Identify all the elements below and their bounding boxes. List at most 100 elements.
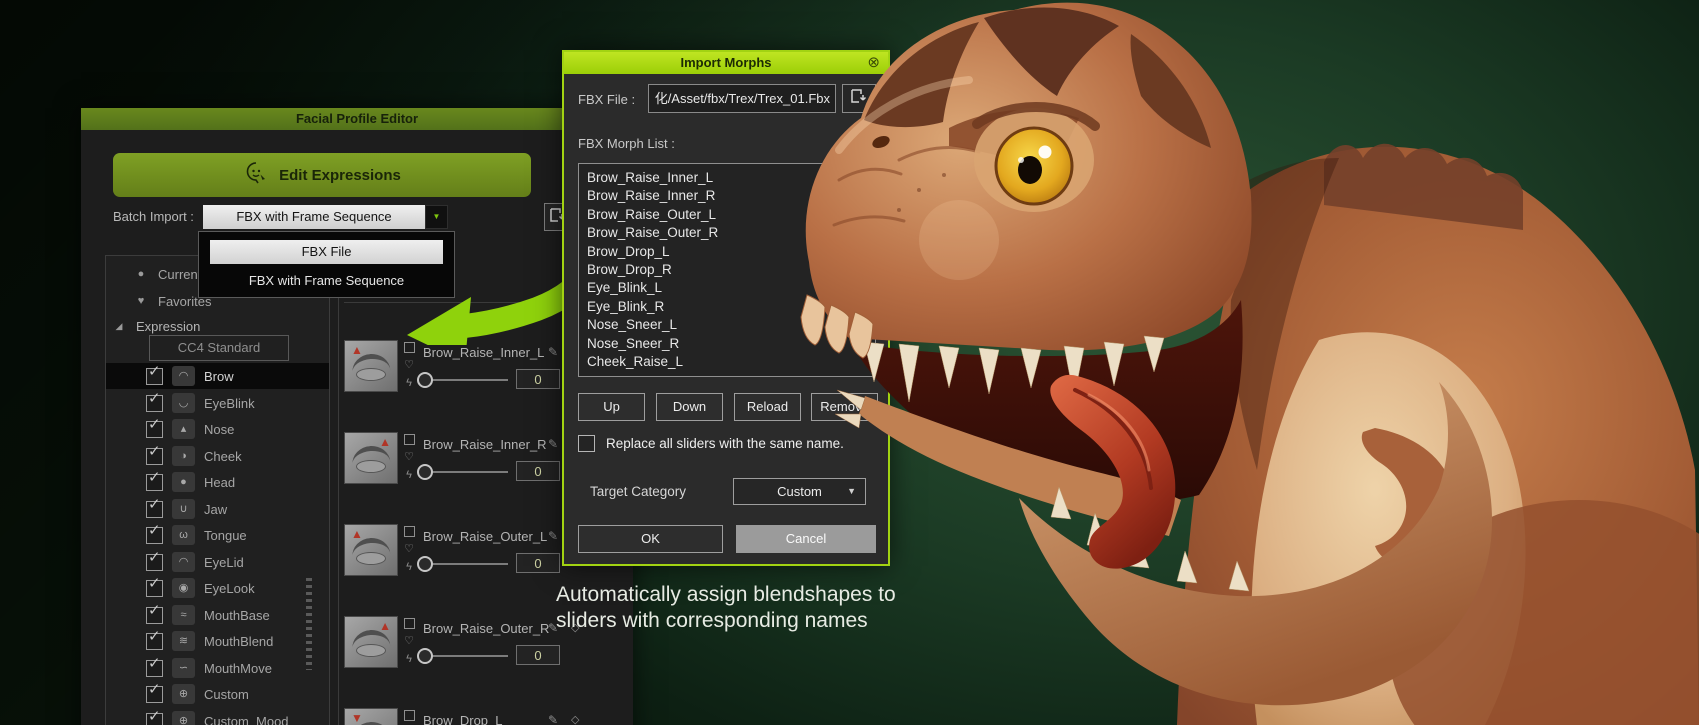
tree-row-custom[interactable]: ✓ ⊕ Custom bbox=[106, 681, 329, 707]
favorite-heart-icon[interactable]: ♡ bbox=[404, 636, 414, 647]
check-icon: ✓ bbox=[148, 654, 161, 672]
down-button[interactable]: Down bbox=[656, 393, 723, 421]
tree-row-custom-mood[interactable]: ✓ ⊕ Custom_Mood bbox=[106, 708, 329, 725]
gear-icon[interactable]: ◇ bbox=[571, 713, 579, 725]
edit-pencil-icon[interactable]: ✎ bbox=[548, 345, 558, 359]
raise-marker-icon: ▲ bbox=[379, 436, 391, 448]
slider-value[interactable]: 0 bbox=[516, 645, 560, 665]
expanded-triangle-icon: ◢ bbox=[112, 321, 126, 332]
favorite-heart-icon[interactable]: ♡ bbox=[404, 452, 414, 463]
slider-value[interactable]: 0 bbox=[516, 553, 560, 573]
check-icon: ✓ bbox=[148, 680, 161, 698]
tree-row-tongue[interactable]: ✓ ω Tongue bbox=[106, 522, 329, 548]
checkbox-checked[interactable]: ✓ bbox=[146, 368, 163, 385]
jaw-icon: ∪ bbox=[172, 499, 195, 519]
checkbox-checked[interactable]: ✓ bbox=[146, 554, 163, 571]
check-icon: ✓ bbox=[148, 468, 161, 486]
slider-track[interactable] bbox=[432, 471, 508, 473]
brow-icon: ◠ bbox=[172, 366, 195, 386]
slider-knob[interactable] bbox=[417, 372, 433, 388]
checkbox-unchecked[interactable] bbox=[404, 710, 415, 721]
expression-thumbnail[interactable]: ▼ bbox=[344, 708, 398, 725]
expression-thumbnail[interactable]: ▲ bbox=[344, 616, 398, 668]
checkbox-checked[interactable]: ✓ bbox=[146, 713, 163, 725]
face-edit-icon bbox=[243, 160, 269, 190]
replace-sliders-checkbox[interactable] bbox=[578, 435, 595, 452]
edit-pencil-icon[interactable]: ✎ bbox=[548, 713, 558, 725]
expression-thumbnail[interactable]: ▲ bbox=[344, 340, 398, 392]
tree-row-mouthmove[interactable]: ✓ ∽ MouthMove bbox=[106, 655, 329, 681]
slider-name: Brow_Drop_L bbox=[423, 713, 503, 725]
checkbox-checked[interactable]: ✓ bbox=[146, 474, 163, 491]
raise-marker-icon: ▲ bbox=[379, 620, 391, 632]
tree-row-head[interactable]: ✓ ● Head bbox=[106, 469, 329, 495]
checkbox-unchecked[interactable] bbox=[404, 434, 415, 445]
custom-mood-plus-icon: ⊕ bbox=[172, 711, 195, 725]
check-icon: ✓ bbox=[148, 415, 161, 433]
edit-pencil-icon[interactable]: ✎ bbox=[548, 529, 558, 543]
fbx-morph-list-label: FBX Morph List : bbox=[578, 136, 675, 151]
checkbox-checked[interactable]: ✓ bbox=[146, 660, 163, 677]
tree-label: Custom_Mood bbox=[204, 714, 289, 725]
checkbox-checked[interactable]: ✓ bbox=[146, 527, 163, 544]
edit-pencil-icon[interactable]: ✎ bbox=[548, 437, 558, 451]
tree-label: MouthBlend bbox=[204, 634, 273, 649]
check-icon: ✓ bbox=[148, 521, 161, 539]
checkbox-checked[interactable]: ✓ bbox=[146, 686, 163, 703]
tree-label: EyeBlink bbox=[204, 396, 255, 411]
tree-row-brow[interactable]: ✓ ◠ Brow bbox=[106, 363, 329, 389]
cc4-standard-box[interactable]: CC4 Standard bbox=[149, 335, 289, 361]
checkbox-checked[interactable]: ✓ bbox=[146, 448, 163, 465]
checkbox-checked[interactable]: ✓ bbox=[146, 421, 163, 438]
checkbox-unchecked[interactable] bbox=[404, 526, 415, 537]
expression-label: Expression bbox=[136, 319, 200, 334]
ok-button[interactable]: OK bbox=[578, 525, 723, 553]
lightning-icon[interactable]: ϟ bbox=[406, 562, 412, 573]
slider-track[interactable] bbox=[432, 655, 508, 657]
expression-thumbnail[interactable]: ▲ bbox=[344, 524, 398, 576]
tree-row-mouthblend[interactable]: ✓ ≋ MouthBlend bbox=[106, 628, 329, 654]
lightning-icon[interactable]: ϟ bbox=[406, 654, 412, 665]
tree-row-cheek[interactable]: ✓ ◑ Cheek bbox=[106, 443, 329, 469]
favorite-heart-icon[interactable]: ♡ bbox=[404, 360, 414, 371]
check-icon: ✓ bbox=[148, 707, 161, 725]
slider-value[interactable]: 0 bbox=[516, 369, 560, 389]
slider-name: Brow_Raise_Outer_L bbox=[423, 529, 547, 544]
expression-thumbnail[interactable]: ▲ bbox=[344, 432, 398, 484]
heart-icon: ♥ bbox=[134, 295, 148, 307]
tree-row-eyelid[interactable]: ✓ ◠ EyeLid bbox=[106, 549, 329, 575]
lightning-icon[interactable]: ϟ bbox=[406, 470, 412, 481]
eyeblink-icon: ◡ bbox=[172, 393, 195, 413]
slider-knob[interactable] bbox=[417, 464, 433, 480]
check-icon: ✓ bbox=[148, 548, 161, 566]
tree-row-mouthbase[interactable]: ✓ ≈ MouthBase bbox=[106, 602, 329, 628]
tree-label: EyeLid bbox=[204, 555, 244, 570]
tree-label: Custom bbox=[204, 687, 249, 702]
checkbox-checked[interactable]: ✓ bbox=[146, 633, 163, 650]
check-icon: ✓ bbox=[148, 442, 161, 460]
up-button[interactable]: Up bbox=[578, 393, 645, 421]
tree-row-nose[interactable]: ✓ ▴ Nose bbox=[106, 416, 329, 442]
trex-character-image bbox=[779, 0, 1699, 725]
tree-label: MouthMove bbox=[204, 661, 272, 676]
tree-scrollbar[interactable] bbox=[306, 578, 312, 670]
checkbox-checked[interactable]: ✓ bbox=[146, 580, 163, 597]
tree-row-eyelook[interactable]: ✓ ◉ EyeLook bbox=[106, 575, 329, 601]
slider-track[interactable] bbox=[432, 379, 508, 381]
promo-screenshot: Facial Profile Editor Edit Expressions B… bbox=[0, 0, 1699, 725]
window-title: Facial Profile Editor bbox=[81, 108, 633, 130]
checkbox-checked[interactable]: ✓ bbox=[146, 607, 163, 624]
slider-track[interactable] bbox=[432, 563, 508, 565]
checkbox-checked[interactable]: ✓ bbox=[146, 501, 163, 518]
favorite-heart-icon[interactable]: ♡ bbox=[404, 544, 414, 555]
checkbox-checked[interactable]: ✓ bbox=[146, 395, 163, 412]
tree-row-jaw[interactable]: ✓ ∪ Jaw bbox=[106, 496, 329, 522]
fbx-file-label: FBX File : bbox=[578, 92, 635, 107]
expression-category-tree: ● Currently Used ♥ Favorites ◢ Expressio… bbox=[105, 255, 330, 725]
checkbox-unchecked[interactable] bbox=[404, 618, 415, 629]
slider-knob[interactable] bbox=[417, 648, 433, 664]
slider-knob[interactable] bbox=[417, 556, 433, 572]
tree-row-eyeblink[interactable]: ✓ ◡ EyeBlink bbox=[106, 390, 329, 416]
lightning-icon[interactable]: ϟ bbox=[406, 378, 412, 389]
slider-value[interactable]: 0 bbox=[516, 461, 560, 481]
